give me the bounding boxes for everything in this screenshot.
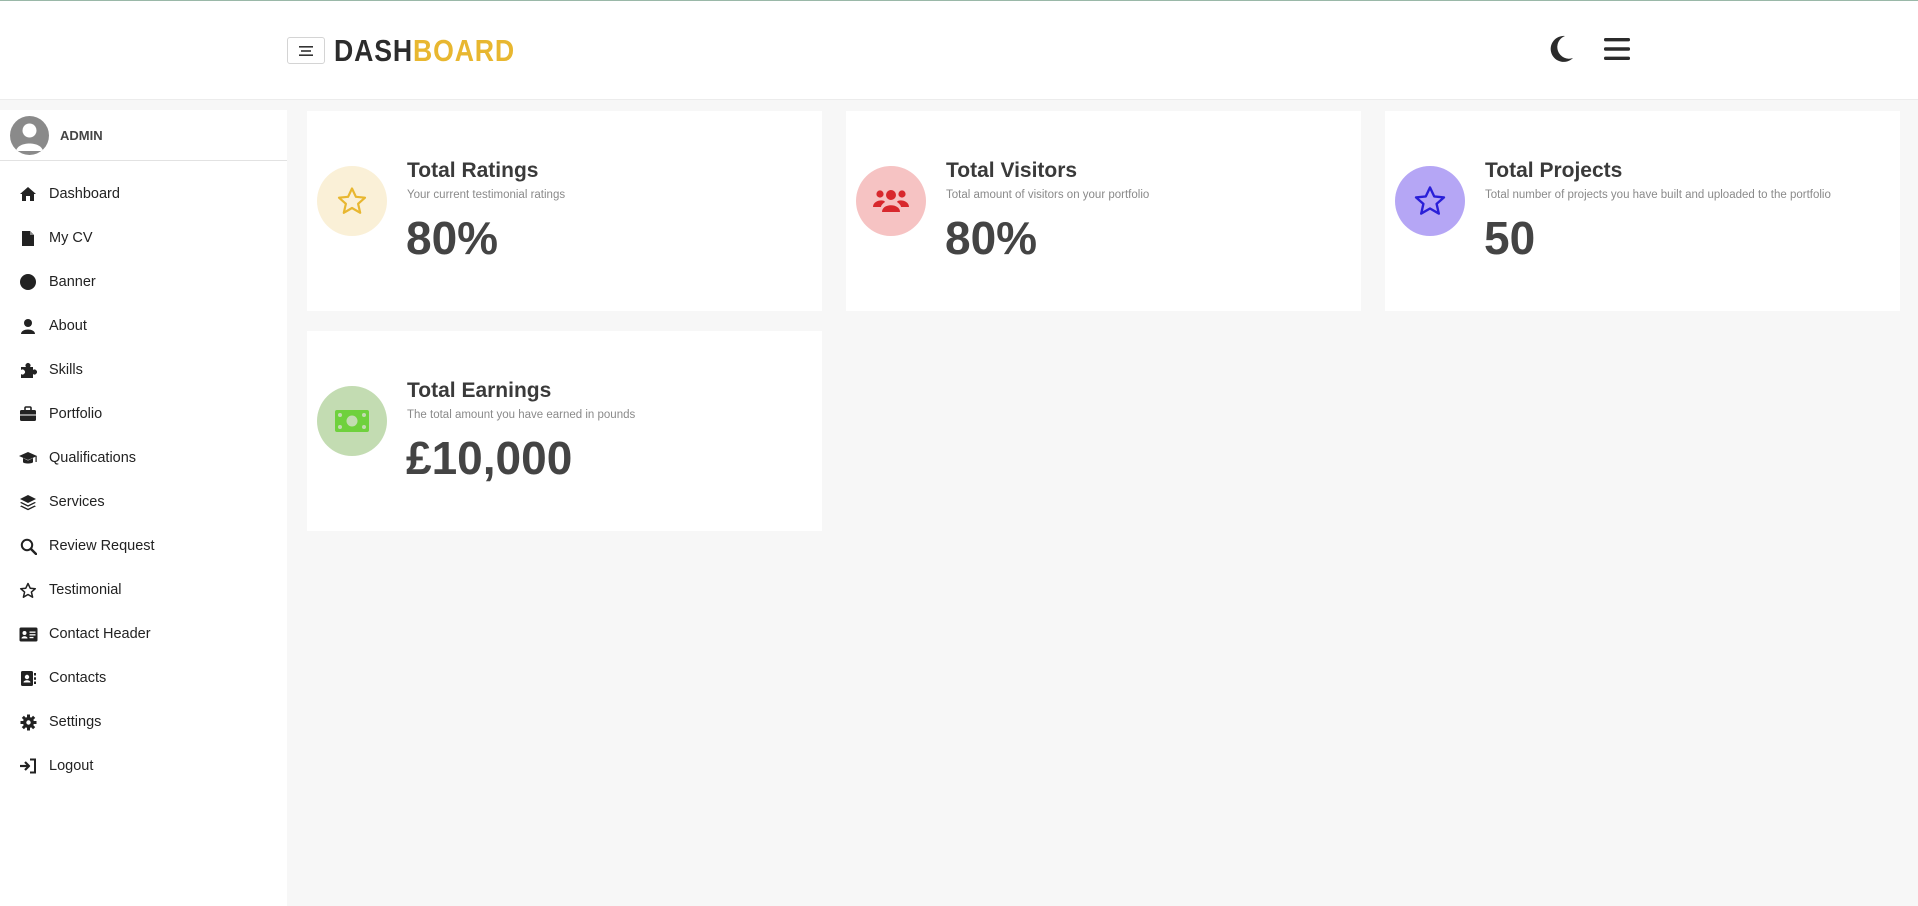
moon-icon[interactable] [1546, 33, 1576, 65]
address-book-icon [18, 669, 38, 687]
search-icon [18, 537, 38, 555]
sidebar-item-testimonial[interactable]: Testimonial [0, 568, 287, 612]
stat-icon-circle [1395, 166, 1465, 236]
sidebar-item-label: Qualifications [49, 450, 137, 466]
profile-name: ADMIN [60, 127, 103, 143]
sidebar-item-label: My CV [49, 230, 93, 246]
sidebar-item-label: Testimonial [49, 582, 122, 598]
hamburger-icon[interactable] [1602, 34, 1632, 64]
sidebar-item-my-cv[interactable]: My CV [0, 216, 287, 260]
puzzle-icon [18, 361, 38, 379]
sidebar-item-services[interactable]: Services [0, 480, 287, 524]
stat-value: 80% [406, 212, 499, 264]
sidebar-item-review-request[interactable]: Review Request [0, 524, 287, 568]
stat-description: Total number of projects you have built … [1485, 189, 1831, 201]
stat-title: Total Projects [1485, 159, 1623, 182]
sidebar-item-label: Contacts [49, 670, 107, 686]
users-icon [873, 190, 909, 212]
sidebar-item-banner[interactable]: Banner [0, 260, 287, 304]
sidebar-item-portfolio[interactable]: Portfolio [0, 392, 287, 436]
stat-card-visitors: Total Visitors Total amount of visitors … [846, 111, 1361, 311]
star-icon [18, 581, 38, 599]
sidebar-item-skills[interactable]: Skills [0, 348, 287, 392]
user-icon [18, 317, 38, 335]
layers-icon [18, 493, 38, 511]
top-bar: DASHBOARD [0, 0, 1918, 100]
stat-card-projects: Total Projects Total number of projects … [1385, 111, 1900, 311]
sidebar-nav: Dashboard My CV Banner About Skills Port… [0, 172, 287, 788]
stat-description: The total amount you have earned in poun… [407, 409, 636, 421]
graduation-cap-icon [18, 449, 38, 467]
sidebar-item-label: Dashboard [49, 186, 120, 202]
avatar [10, 115, 49, 155]
circle-icon [18, 273, 38, 291]
stat-title: Total Visitors [946, 159, 1078, 182]
menu-lines-icon [299, 45, 313, 56]
sidebar-item-dashboard[interactable]: Dashboard [0, 172, 287, 216]
stat-value: 80% [945, 212, 1038, 264]
stat-icon-circle [317, 386, 387, 456]
sidebar-item-label: Settings [49, 714, 102, 730]
stat-description: Total amount of visitors on your portfol… [946, 189, 1150, 201]
sidebar-item-label: Banner [49, 274, 96, 290]
logout-icon [18, 757, 38, 775]
sidebar-item-about[interactable]: About [0, 304, 287, 348]
file-icon [18, 229, 38, 247]
sidebar: ADMIN Dashboard My CV Banner About Skill… [0, 110, 287, 906]
briefcase-icon [18, 405, 38, 423]
sidebar-item-contacts[interactable]: Contacts [0, 656, 287, 700]
sidebar-item-label: Skills [49, 362, 83, 378]
home-icon [18, 185, 38, 203]
star-icon [337, 186, 367, 214]
star-icon [1414, 185, 1446, 215]
stat-description: Your current testimonial ratings [407, 189, 566, 201]
stat-icon-circle [317, 166, 387, 236]
sidebar-item-logout[interactable]: Logout [0, 744, 287, 788]
stat-card-ratings: Total Ratings Your current testimonial r… [307, 111, 822, 311]
profile[interactable]: ADMIN [0, 110, 287, 161]
sidebar-item-settings[interactable]: Settings [0, 700, 287, 744]
money-icon [335, 410, 369, 432]
sidebar-item-label: Services [49, 494, 105, 510]
sidebar-item-label: Review Request [49, 538, 155, 554]
gear-icon [18, 713, 38, 731]
stat-value: £10,000 [406, 432, 573, 484]
id-card-icon [18, 625, 38, 643]
sidebar-item-label: About [49, 318, 87, 334]
app-logo[interactable]: DASHBOARD [334, 34, 515, 68]
user-avatar-icon [16, 123, 43, 151]
sidebar-item-qualifications[interactable]: Qualifications [0, 436, 287, 480]
sidebar-item-label: Contact Header [49, 626, 151, 642]
stat-title: Total Earnings [407, 379, 552, 402]
stat-icon-circle [856, 166, 926, 236]
sidebar-item-label: Logout [49, 758, 94, 774]
sidebar-item-label: Portfolio [49, 406, 103, 422]
logo-part-1: DASH [334, 33, 413, 68]
stat-value: 50 [1484, 212, 1536, 264]
logo-part-2: BOARD [412, 33, 516, 68]
sidebar-item-contact-header[interactable]: Contact Header [0, 612, 287, 656]
sidebar-toggle-button[interactable] [287, 37, 325, 64]
stat-card-earnings: Total Earnings The total amount you have… [307, 331, 822, 531]
stat-title: Total Ratings [407, 159, 539, 182]
